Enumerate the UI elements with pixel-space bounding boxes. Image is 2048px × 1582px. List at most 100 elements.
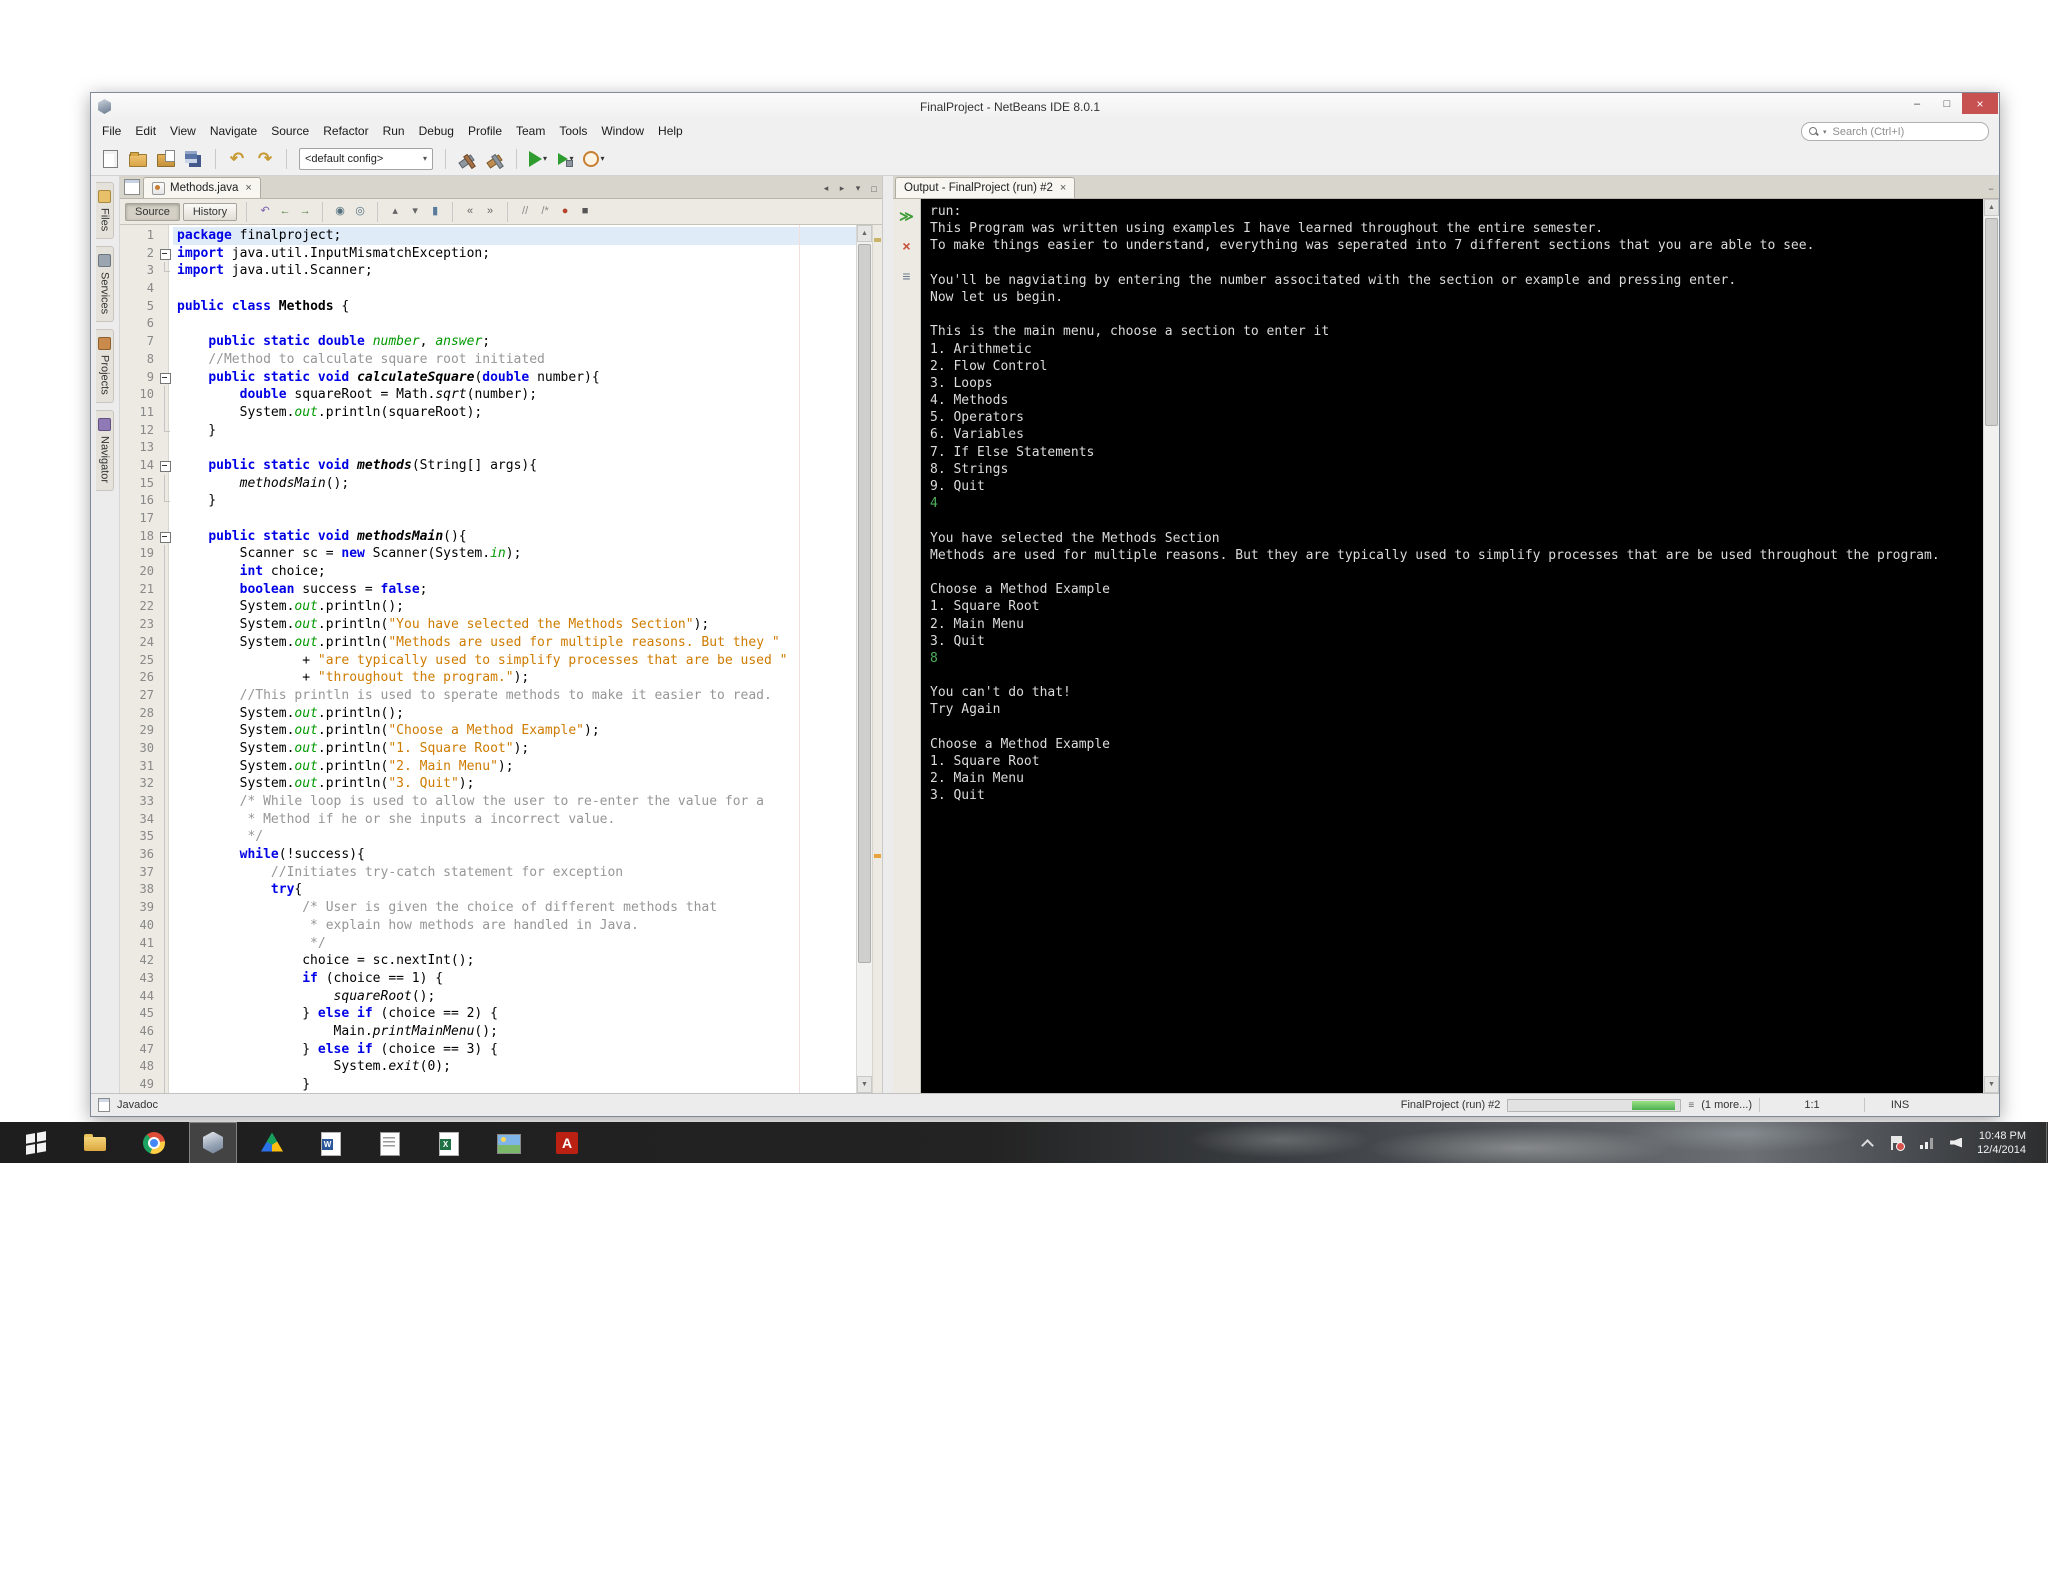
debug-project-button[interactable]: ▾ [553, 146, 579, 172]
code-line[interactable]: 3import java.util.Scanner; [120, 262, 856, 280]
line-number[interactable]: 8 [120, 351, 158, 369]
code-line[interactable]: 43 if (choice == 1) { [120, 970, 856, 988]
open-project-button[interactable] [153, 146, 179, 172]
menu-file[interactable]: File [95, 121, 128, 141]
line-number[interactable]: 14 [120, 457, 158, 475]
code-line[interactable]: 28 System.out.println(); [120, 705, 856, 723]
menu-debug[interactable]: Debug [412, 121, 461, 141]
menu-profile[interactable]: Profile [461, 121, 509, 141]
previous-bookmark-icon[interactable]: ▴ [386, 202, 404, 220]
line-number[interactable]: 36 [120, 846, 158, 864]
code-line[interactable]: 1package finalproject; [120, 227, 856, 245]
error-stripe-top-mark[interactable] [874, 238, 881, 242]
line-number[interactable]: 16 [120, 492, 158, 510]
ant-settings-icon[interactable]: ≡ [898, 267, 916, 285]
code-line[interactable]: 26 + "throughout the program."); [120, 669, 856, 687]
rerun-icon[interactable]: ≫ [898, 207, 916, 225]
code-line[interactable]: 11 System.out.println(squareRoot); [120, 404, 856, 422]
clean-build-project-button[interactable] [482, 146, 508, 172]
line-number[interactable]: 37 [120, 864, 158, 882]
code-line[interactable]: 2import java.util.InputMismatchException… [120, 245, 856, 263]
run-project-button[interactable]: ▾ [525, 146, 551, 172]
code-fold-icon[interactable] [158, 528, 173, 546]
line-number[interactable]: 19 [120, 545, 158, 563]
line-number[interactable]: 40 [120, 917, 158, 935]
code-line[interactable]: 14 public static void methods(String[] a… [120, 457, 856, 475]
code-line[interactable]: 49 } [120, 1076, 856, 1093]
volume-icon[interactable] [1947, 1131, 1967, 1155]
code-line[interactable]: 17 [120, 510, 856, 528]
code-line[interactable]: 35 */ [120, 828, 856, 846]
code-line[interactable]: 39 /* User is given the choice of differ… [120, 899, 856, 917]
line-number[interactable]: 20 [120, 563, 158, 581]
network-icon[interactable] [1917, 1131, 1937, 1155]
menu-view[interactable]: View [163, 121, 203, 141]
code-line[interactable]: 33 /* While loop is used to allow the us… [120, 793, 856, 811]
line-number[interactable]: 35 [120, 828, 158, 846]
save-all-button[interactable] [181, 146, 207, 172]
comment-icon[interactable]: // [516, 202, 534, 220]
next-bookmark-icon[interactable]: ▾ [406, 202, 424, 220]
source-view-button[interactable]: Source [125, 203, 180, 221]
dropdown-arrow-icon[interactable]: ▾ [600, 154, 604, 163]
code-editor[interactable]: 1package finalproject;2import java.util.… [120, 225, 856, 1093]
find-selection-icon[interactable]: ◉ [331, 202, 349, 220]
line-number[interactable]: 42 [120, 952, 158, 970]
code-line[interactable]: 8 //Method to calculate square root init… [120, 351, 856, 369]
code-line[interactable]: 31 System.out.println("2. Main Menu"); [120, 758, 856, 776]
line-number[interactable]: 23 [120, 616, 158, 634]
line-number[interactable]: 34 [120, 811, 158, 829]
line-number[interactable]: 24 [120, 634, 158, 652]
config-combobox[interactable]: <default config> ▾ [299, 148, 433, 170]
code-line[interactable]: 4 [120, 280, 856, 298]
scroll-up-icon[interactable]: ▲ [857, 225, 872, 242]
code-line[interactable]: 45 } else if (choice == 2) { [120, 1005, 856, 1023]
line-number[interactable]: 1 [120, 227, 158, 245]
code-fold-icon[interactable] [158, 369, 173, 387]
scroll-down-icon[interactable]: ▼ [1984, 1076, 1999, 1093]
maximize-editor-icon[interactable]: □ [866, 180, 882, 197]
line-number[interactable]: 13 [120, 439, 158, 457]
code-line[interactable]: 36 while(!success){ [120, 846, 856, 864]
line-number[interactable]: 22 [120, 598, 158, 616]
menu-tools[interactable]: Tools [552, 121, 594, 141]
file-explorer-button[interactable] [71, 1122, 119, 1164]
editor-scrollbar-track[interactable] [857, 242, 872, 1076]
find-occurrences-icon[interactable]: ◎ [351, 202, 369, 220]
output-scrollbar-track[interactable] [1984, 216, 1999, 1076]
line-number[interactable]: 25 [120, 652, 158, 670]
line-number[interactable]: 26 [120, 669, 158, 687]
start-macro-icon[interactable]: ● [556, 202, 574, 220]
line-number[interactable]: 6 [120, 315, 158, 333]
stop-macro-icon[interactable]: ■ [576, 202, 594, 220]
line-number[interactable]: 10 [120, 386, 158, 404]
menu-window[interactable]: Window [594, 121, 651, 141]
code-line[interactable]: 13 [120, 439, 856, 457]
code-line[interactable]: 38 try{ [120, 881, 856, 899]
start-button[interactable] [12, 1122, 60, 1164]
next-occurrence-icon[interactable]: » [481, 202, 499, 220]
line-number[interactable]: 18 [120, 528, 158, 546]
output-scrollbar-thumb[interactable] [1985, 218, 1998, 426]
code-line[interactable]: 41 */ [120, 935, 856, 953]
menu-navigate[interactable]: Navigate [203, 121, 264, 141]
line-number[interactable]: 33 [120, 793, 158, 811]
code-fold-icon[interactable] [158, 457, 173, 475]
profile-project-button[interactable]: ▾ [581, 146, 607, 172]
back-icon[interactable]: ← [276, 202, 294, 220]
output-tab-close-icon[interactable]: × [1060, 182, 1066, 194]
adobe-reader-button[interactable] [543, 1122, 591, 1164]
new-file-button[interactable] [97, 146, 123, 172]
code-line[interactable]: 6 [120, 315, 856, 333]
line-number[interactable]: 39 [120, 899, 158, 917]
code-line[interactable]: 29 System.out.println("Choose a Method E… [120, 722, 856, 740]
titlebar[interactable]: FinalProject - NetBeans IDE 8.0.1 – □ × [91, 93, 1999, 120]
line-number[interactable]: 2 [120, 245, 158, 263]
toggle-bookmark-icon[interactable]: ▮ [426, 202, 444, 220]
line-number[interactable]: 44 [120, 988, 158, 1006]
netbeans-button[interactable] [189, 1122, 237, 1164]
line-number[interactable]: 31 [120, 758, 158, 776]
line-number[interactable]: 41 [120, 935, 158, 953]
tab-methods-java[interactable]: Methods.java × [143, 177, 261, 198]
last-edit-position-icon[interactable]: ↶ [256, 202, 274, 220]
